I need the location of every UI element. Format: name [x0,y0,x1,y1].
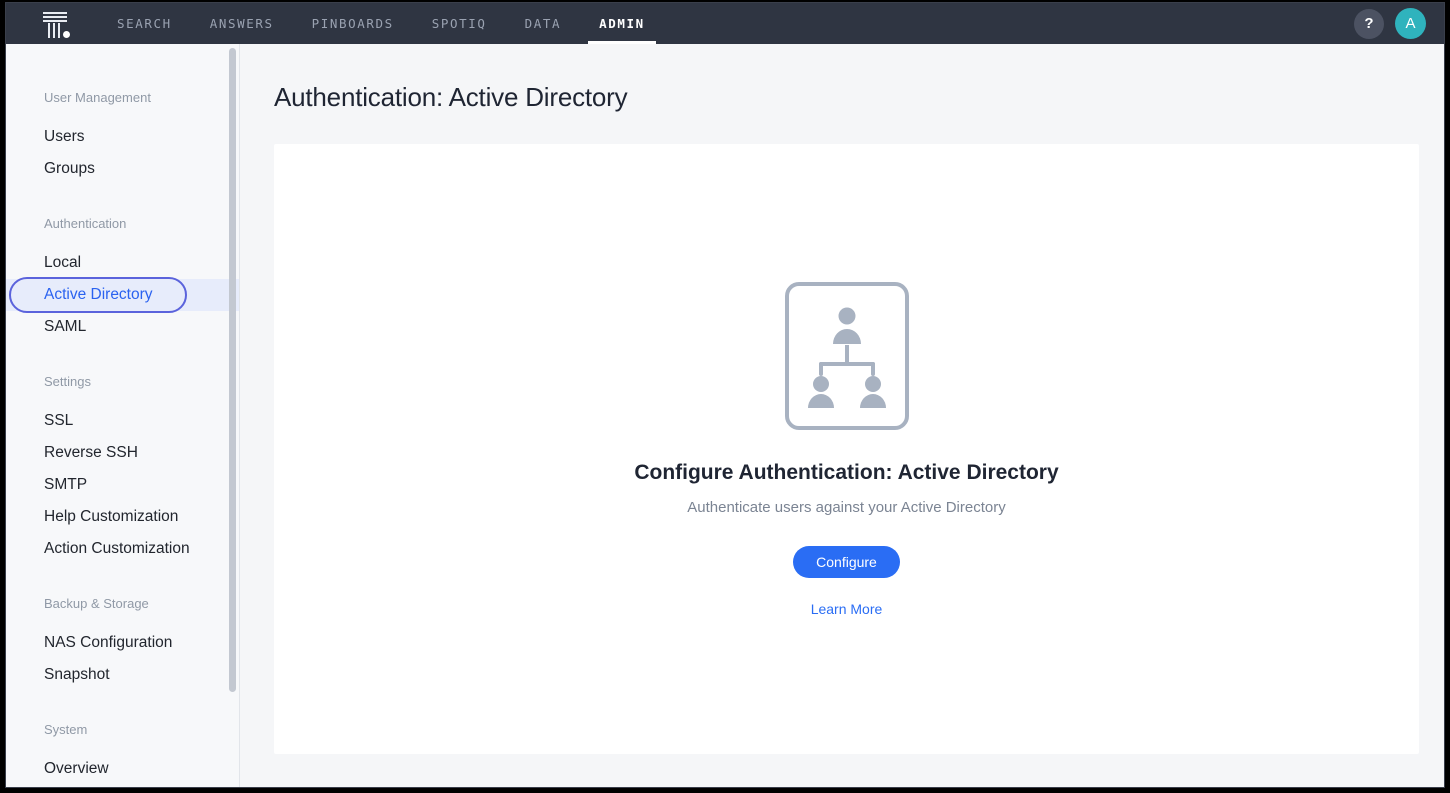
sidebar-item-nas-configuration[interactable]: NAS Configuration [6,627,240,659]
main-nav-tabs: SEARCH ANSWERS PINBOARDS SPOTIQ DATA ADM… [98,3,664,44]
sidebar-section-authentication: Authentication Local Active Directory SA… [6,215,240,343]
sidebar-section-user-management: User Management Users Groups [6,89,240,185]
nav-right-controls: ? A [1354,3,1426,44]
sidebar-section-settings: Settings SSL Reverse SSH SMTP Help Custo… [6,373,240,565]
sidebar-item-groups[interactable]: Groups [6,153,240,185]
sidebar-item-label: SSL [44,412,73,430]
empty-state-subtitle: Authenticate users against your Active D… [687,499,1006,516]
sidebar-scrollbar[interactable] [229,44,238,787]
sidebar-item-label: NAS Configuration [44,634,172,652]
thoughtspot-logo[interactable] [26,3,84,44]
nav-tab-pinboards[interactable]: PINBOARDS [293,3,413,44]
sidebar-item-label: Groups [44,160,95,178]
sidebar-item-local[interactable]: Local [6,247,240,279]
sidebar-item-active-directory[interactable]: Active Directory [6,279,240,311]
content-card: Configure Authentication: Active Directo… [274,144,1419,754]
sidebar-item-label: Action Customization [44,540,190,558]
sidebar-section-label: Backup & Storage [6,595,240,613]
sidebar-item-label: Active Directory [44,286,153,304]
sidebar-item-ssl[interactable]: SSL [6,405,240,437]
sidebar-item-reverse-ssh[interactable]: Reverse SSH [6,437,240,469]
sidebar-scrollbar-thumb[interactable] [229,48,236,692]
sidebar-section-label: System [6,721,240,739]
empty-state-heading: Configure Authentication: Active Directo… [634,461,1058,485]
sidebar-section-system: System Overview Cluster [6,721,240,787]
nav-tab-spotiq[interactable]: SPOTIQ [413,3,506,44]
top-navigation-bar: SEARCH ANSWERS PINBOARDS SPOTIQ DATA ADM… [6,3,1444,44]
sidebar-item-users[interactable]: Users [6,121,240,153]
sidebar-item-label: Reverse SSH [44,444,138,462]
org-chart-illustration [785,282,909,430]
sidebar-item-cluster[interactable]: Cluster [6,785,240,787]
sidebar-item-label: Users [44,128,84,146]
sidebar-item-label: Help Customization [44,508,178,526]
sidebar-section-label: Settings [6,373,240,391]
sidebar-item-action-customization[interactable]: Action Customization [6,533,240,565]
avatar[interactable]: A [1395,8,1426,39]
logo-icon [40,10,70,38]
sidebar-item-saml[interactable]: SAML [6,311,240,343]
nav-tab-admin[interactable]: ADMIN [580,3,664,44]
sidebar-item-label: Snapshot [44,666,110,684]
sidebar-item-help-customization[interactable]: Help Customization [6,501,240,533]
configure-button[interactable]: Configure [793,546,900,578]
help-icon[interactable]: ? [1354,9,1384,39]
sidebar-item-smtp[interactable]: SMTP [6,469,240,501]
nav-tab-data[interactable]: DATA [506,3,581,44]
nav-tab-answers[interactable]: ANSWERS [191,3,293,44]
org-chart-icon [803,304,891,408]
body-area: User Management Users Groups Authenticat… [6,44,1444,787]
admin-sidebar: User Management Users Groups Authenticat… [6,44,240,787]
sidebar-item-label: Local [44,254,81,272]
sidebar-item-label: SMTP [44,476,87,494]
sidebar-item-label: SAML [44,318,86,336]
sidebar-item-snapshot[interactable]: Snapshot [6,659,240,691]
nav-tab-search[interactable]: SEARCH [98,3,191,44]
sidebar-section-label: User Management [6,89,240,107]
sidebar-scroll-content: User Management Users Groups Authenticat… [6,44,240,787]
page-title: Authentication: Active Directory [274,82,627,113]
sidebar-section-label: Authentication [6,215,240,233]
empty-state: Configure Authentication: Active Directo… [274,282,1419,617]
app-window: SEARCH ANSWERS PINBOARDS SPOTIQ DATA ADM… [6,3,1444,787]
sidebar-item-label: Overview [44,760,109,778]
main-content: Authentication: Active Directory [240,44,1444,787]
sidebar-section-backup-storage: Backup & Storage NAS Configuration Snaps… [6,595,240,691]
sidebar-item-overview[interactable]: Overview [6,753,240,785]
learn-more-link[interactable]: Learn More [811,601,883,617]
